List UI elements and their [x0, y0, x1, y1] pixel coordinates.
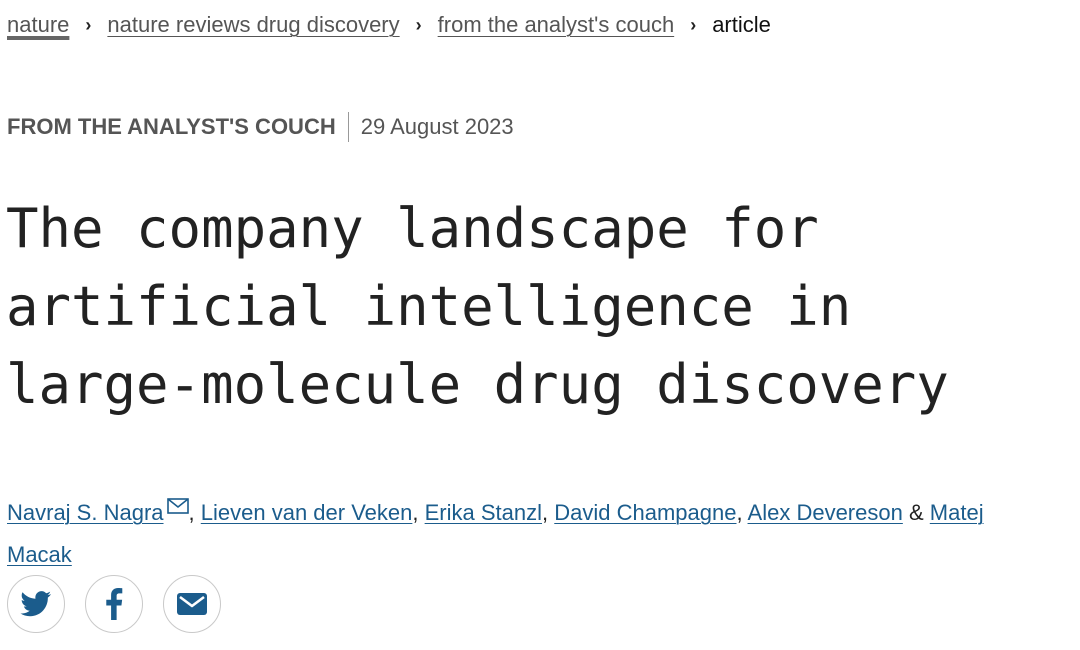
author-conjunction: & — [908, 500, 924, 525]
breadcrumb-link-section[interactable]: from the analyst's couch — [438, 10, 675, 40]
article-title: The company landscape for artificial int… — [6, 197, 949, 416]
share-twitter-button[interactable] — [7, 575, 65, 633]
author-link[interactable]: Alex Devereson — [748, 500, 903, 525]
breadcrumb: nature › nature reviews drug discovery ›… — [7, 10, 771, 40]
chevron-right-icon: › — [690, 15, 697, 35]
author-link[interactable]: David Champagne — [554, 500, 736, 525]
author-list: Navraj S. Nagra, Lieven van der Veken, E… — [7, 488, 1027, 576]
chevron-right-icon: › — [415, 15, 422, 35]
share-buttons — [7, 575, 221, 633]
author-separator: , — [188, 500, 195, 525]
author-link[interactable]: Navraj S. Nagra — [7, 500, 164, 525]
author-link[interactable]: Lieven van der Veken — [201, 500, 413, 525]
mail-icon[interactable] — [166, 488, 189, 530]
article-type: FROM THE ANALYST'S COUCH — [7, 114, 336, 139]
breadcrumb-link-nature[interactable]: nature — [7, 10, 69, 40]
meta-divider — [347, 112, 349, 142]
email-icon — [177, 593, 207, 615]
author-separator: , — [542, 500, 549, 525]
breadcrumb-current: article — [712, 12, 771, 37]
share-email-button[interactable] — [163, 575, 221, 633]
author-separator: , — [736, 500, 743, 525]
breadcrumb-link-journal[interactable]: nature reviews drug discovery — [107, 10, 399, 40]
facebook-icon — [106, 588, 123, 620]
share-facebook-button[interactable] — [85, 575, 143, 633]
author-link[interactable]: Erika Stanzl — [425, 500, 542, 525]
twitter-icon — [20, 591, 52, 617]
publication-date: 29 August 2023 — [360, 114, 514, 139]
author-separator: , — [412, 500, 419, 525]
article-meta: FROM THE ANALYST'S COUCH 29 August 2023 — [7, 112, 514, 142]
chevron-right-icon: › — [85, 15, 92, 35]
